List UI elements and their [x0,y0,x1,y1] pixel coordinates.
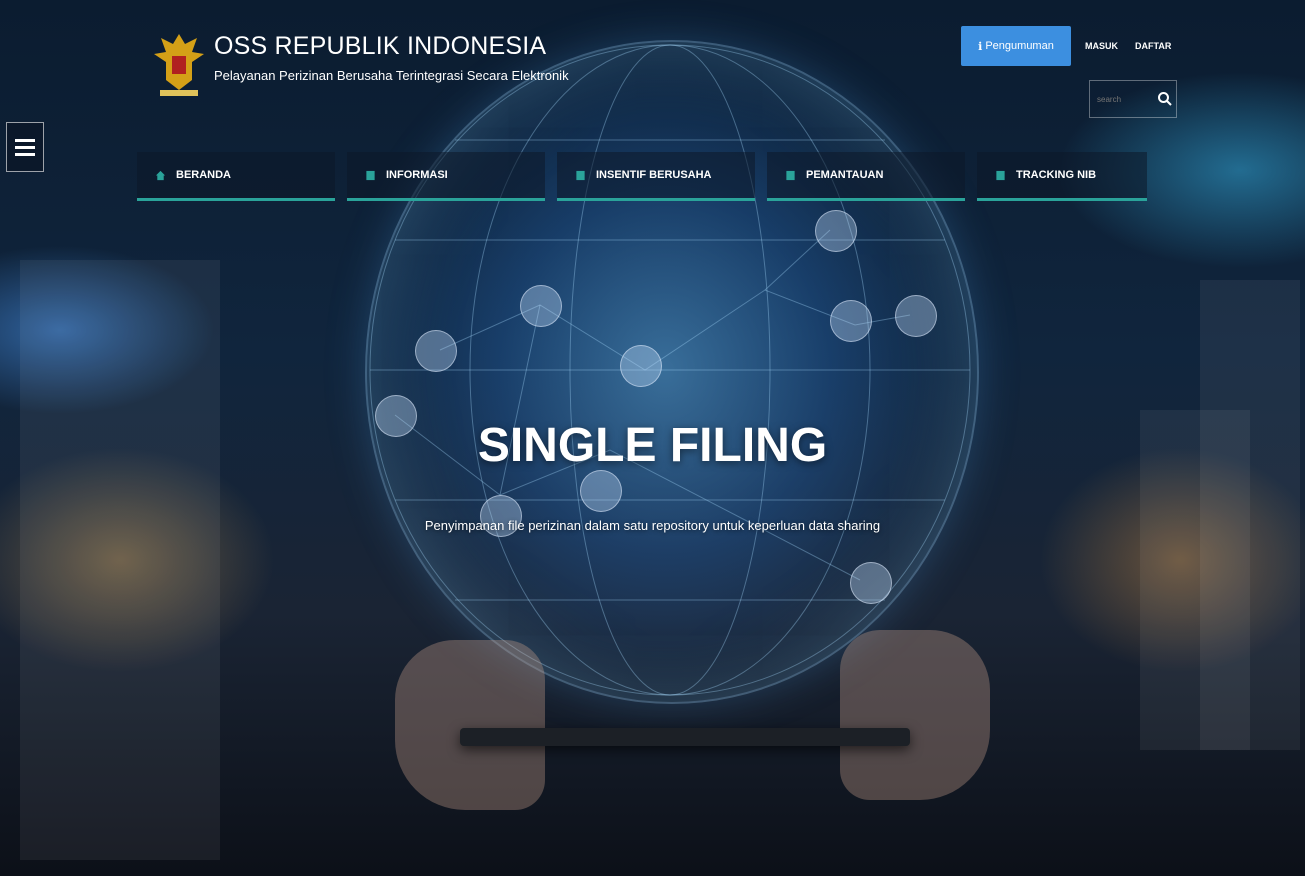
announcement-button[interactable]: ℹ Pengumuman [961,26,1071,66]
city-building [20,260,220,860]
site-subtitle: Pelayanan Perizinan Berusaha Terintegras… [214,68,569,83]
document-icon [786,170,795,180]
nav-label: INFORMASI [386,169,448,181]
search-icon[interactable] [1157,91,1173,107]
hand-image [395,640,545,810]
nav-item-pemantauan[interactable]: PEMANTAUAN [767,152,965,201]
user-node-icon [850,562,892,604]
announcement-label: Pengumuman [985,40,1054,52]
nav-item-informasi[interactable]: INFORMASI [347,152,545,201]
hero-subtitle: Penyimpanan file perizinan dalam satu re… [424,518,881,533]
user-node-icon [415,330,457,372]
menu-toggle-button[interactable] [6,122,44,172]
user-node-icon [895,295,937,337]
globe-network-lines [369,44,971,696]
search-box [1089,80,1177,118]
home-icon [155,170,166,180]
login-link[interactable]: MASUK [1085,41,1118,51]
hero-title: SINGLE FILING [477,419,828,472]
document-icon [996,170,1005,180]
nav-item-tracking-nib[interactable]: TRACKING NIB [977,152,1147,201]
nav-label: PEMANTAUAN [806,169,884,181]
garuda-logo [154,34,204,96]
search-input[interactable] [1095,93,1151,105]
user-node-icon [815,210,857,252]
nav-label: INSENTIF BERUSAHA [596,169,712,181]
hamburger-icon [15,145,35,149]
info-icon: ℹ [978,40,983,53]
city-building [1200,280,1300,750]
user-node-icon [580,470,622,512]
document-icon [366,170,375,180]
document-icon [576,170,585,180]
hamburger-icon [15,138,35,142]
user-node-icon [830,300,872,342]
user-node-icon [520,285,562,327]
site-title: OSS REPUBLIK INDONESIA [214,32,547,60]
hamburger-icon [15,152,35,156]
nav-label: BERANDA [176,169,231,181]
nav-item-insentif-berusaha[interactable]: INSENTIF BERUSAHA [557,152,755,201]
hand-image [840,630,990,800]
nav-label: TRACKING NIB [1016,169,1097,181]
register-link[interactable]: DAFTAR [1135,41,1171,51]
user-node-icon [620,345,662,387]
tablet-image [460,728,910,746]
nav-item-beranda[interactable]: BERANDA [137,152,335,201]
